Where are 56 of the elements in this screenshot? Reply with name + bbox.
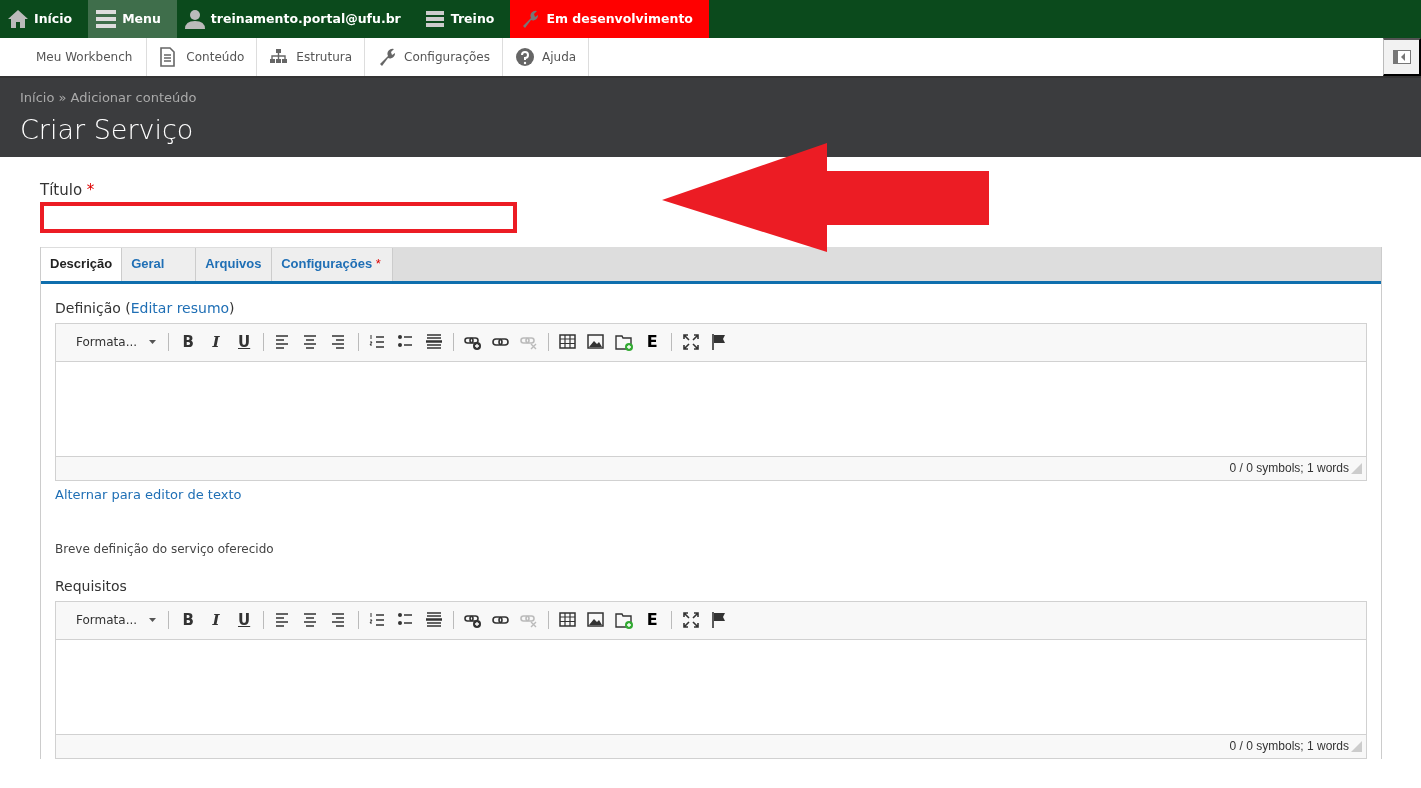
- admin-menu-link[interactable]: Estrutura: [257, 38, 366, 76]
- tab[interactable]: Arquivos: [196, 247, 273, 281]
- tab[interactable]: Descrição: [41, 247, 123, 281]
- image-icon[interactable]: [587, 333, 606, 351]
- field-label: Definição (Editar resumo): [55, 298, 236, 318]
- help-icon: [515, 47, 535, 67]
- bold-button[interactable]: B: [175, 330, 202, 354]
- caret-icon: [149, 618, 157, 622]
- switch-editor-link[interactable]: Alternar para editor de texto: [55, 484, 242, 504]
- folder-add-icon[interactable]: [615, 333, 634, 351]
- resize-handle-icon: [1351, 462, 1362, 474]
- server-icon: [424, 9, 445, 29]
- breadcrumb: Início » Adicionar conteúdo: [20, 89, 198, 107]
- italic-button[interactable]: I: [203, 330, 230, 354]
- toolbar-item[interactable]: Em desenvolvimento: [510, 0, 709, 38]
- resize-handle-icon: [1351, 740, 1362, 752]
- admin-menu-link[interactable]: Meu Workbench: [0, 38, 148, 76]
- edit-summary-link[interactable]: Editar resumo: [130, 299, 230, 316]
- toolbar-item[interactable]: Início: [0, 0, 89, 38]
- caret-icon: [149, 340, 157, 344]
- field-description: Breve definição do serviço oferecido: [55, 540, 275, 558]
- toolbar-item[interactable]: treinamento.portal@ufu.br: [176, 0, 417, 38]
- page-title: Criar Serviço: [20, 112, 195, 147]
- toolbar-item[interactable]: Menu: [88, 0, 177, 38]
- format-dropdown[interactable]: Formata...: [70, 333, 163, 351]
- format-dropdown[interactable]: Formata...: [70, 611, 163, 629]
- table-icon[interactable]: [559, 333, 578, 351]
- admin-menu-link[interactable]: Conteúdo: [147, 38, 258, 76]
- word-counter: 0 / 0 symbols; 1 words: [1229, 738, 1349, 755]
- image-icon[interactable]: [587, 611, 606, 629]
- toolbar-item[interactable]: Treino: [416, 0, 511, 38]
- tab[interactable]: Configurações *: [272, 247, 394, 281]
- e-button[interactable]: E: [639, 608, 666, 632]
- underline-button[interactable]: U: [231, 330, 258, 354]
- menu-icon: [96, 9, 117, 29]
- admin-menu-link[interactable]: Ajuda: [503, 38, 590, 76]
- admin-menu-link[interactable]: Configurações: [365, 38, 503, 76]
- horizontal-rule-icon[interactable]: [425, 333, 444, 351]
- horizontal-rule-icon[interactable]: [425, 611, 444, 629]
- tab[interactable]: Geral: [122, 247, 197, 281]
- home-icon: [8, 9, 28, 29]
- user-icon: [184, 9, 205, 29]
- fullscreen-icon[interactable]: [682, 333, 701, 351]
- title-label: Título *: [40, 180, 96, 201]
- field-label: Requisitos: [55, 576, 128, 596]
- collapse-icon: [1392, 50, 1411, 64]
- table-icon[interactable]: [559, 611, 578, 629]
- title-input[interactable]: [40, 201, 517, 233]
- bold-button[interactable]: B: [175, 608, 202, 632]
- folder-add-icon[interactable]: [615, 611, 634, 629]
- italic-button[interactable]: I: [203, 608, 230, 632]
- word-counter: 0 / 0 symbols; 1 words: [1229, 460, 1349, 477]
- sidebar-toggle-button[interactable]: [1383, 38, 1421, 76]
- fullscreen-icon[interactable]: [682, 611, 701, 629]
- e-button[interactable]: E: [639, 330, 666, 354]
- underline-button[interactable]: U: [231, 608, 258, 632]
